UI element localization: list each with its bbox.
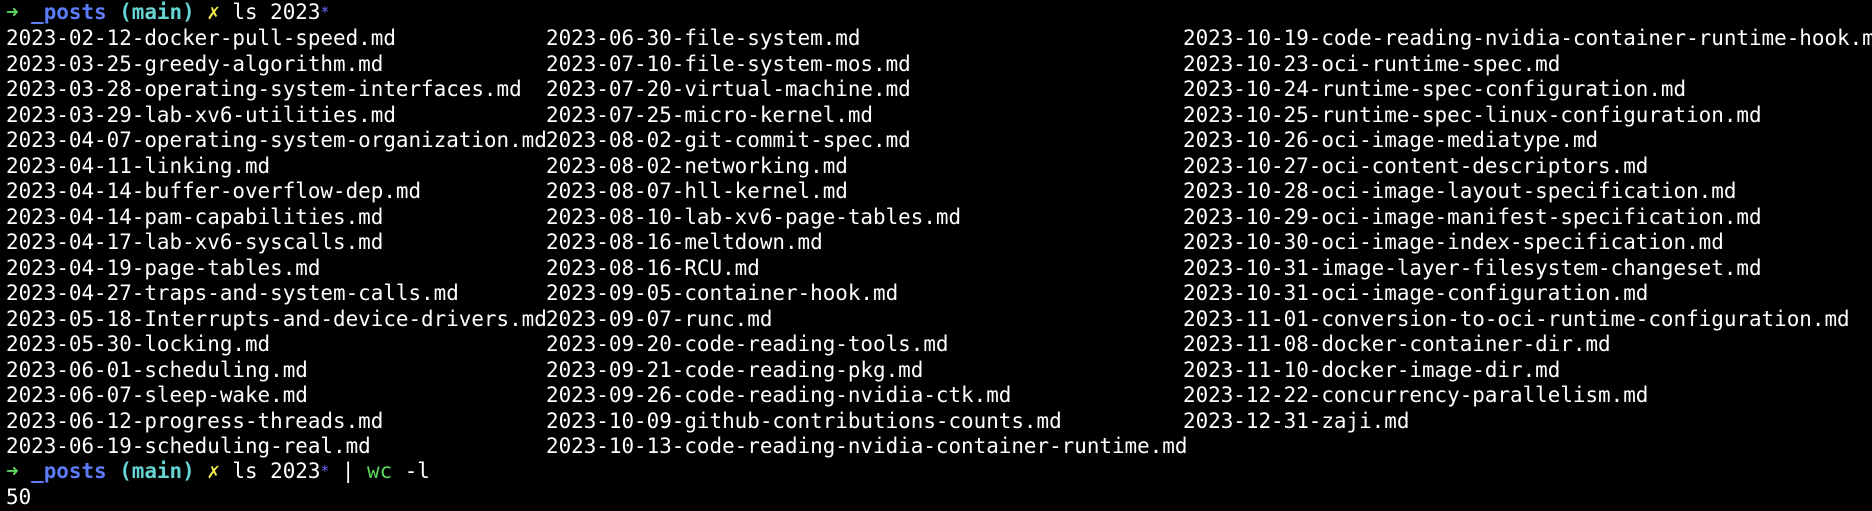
file-entry: 2023-09-07-runc.md [546, 306, 773, 331]
file-entry: 2023-10-31-oci-image-configuration.md [1183, 281, 1649, 305]
file-entry: 2023-03-28-operating-system-interfaces.m… [6, 77, 522, 101]
file-entry: 2023-08-07-hll-kernel.md [546, 179, 848, 203]
file-entry: 2023-10-28-oci-image-layout-specificatio… [1183, 179, 1737, 203]
file-entry: 2023-12-22-concurrency-parallelism.md [1183, 383, 1649, 407]
file-entry: 2023-09-20-code-reading-tools.md [546, 332, 949, 356]
file-entry: 2023-08-16-meltdown.md [546, 230, 823, 254]
file-entry: 2023-03-29-lab-xv6-utilities.md [6, 102, 396, 127]
file-entry: 2023-10-29-oci-image-manifest-specificat… [1183, 204, 1762, 229]
file-entry: 2023-07-25-micro-kernel.md [546, 102, 874, 127]
file-entry: 2023-06-12-progress-threads.md [6, 408, 384, 433]
command-ls: ls [232, 0, 258, 24]
prompt-line-1: ➜ _posts (main) ✗ ls 2023* [6, 0, 329, 26]
file-entry: 2023-05-18-Interrupts-and-device-drivers… [6, 306, 547, 331]
file-entry: 2023-04-27-traps-and-system-calls.md [6, 281, 459, 305]
file-entry: 2023-10-23-oci-runtime-spec.md [1183, 51, 1561, 76]
file-entry: 2023-07-10-file-system-mos.md [546, 51, 911, 76]
file-entry: 2023-08-02-networking.md [546, 153, 848, 178]
file-entry: 2023-09-26-code-reading-nvidia-ctk.md [546, 383, 1012, 407]
terminal-window[interactable]: ➜ _posts (main) ✗ ls 2023* 2023-02-12-do… [0, 0, 1872, 511]
file-entry: 2023-04-19-page-tables.md [6, 255, 321, 280]
command-flag: -l [404, 459, 430, 483]
file-entry: 2023-10-25-runtime-spec-linux-configurat… [1183, 102, 1762, 127]
file-entry: 2023-11-08-docker-container-dir.md [1183, 332, 1611, 356]
command-arg: 2023 [270, 0, 321, 24]
file-entry: 2023-07-20-virtual-machine.md [546, 77, 911, 101]
file-entry: 2023-10-31-image-layer-filesystem-change… [1183, 255, 1762, 280]
prompt-arrow-icon: ➜ [6, 0, 19, 24]
prompt-dirty-icon: ✗ [207, 459, 220, 483]
file-entry: 2023-10-30-oci-image-index-specification… [1183, 230, 1724, 254]
file-entry: 2023-04-11-linking.md [6, 153, 271, 178]
command-output: 50 [6, 485, 32, 509]
file-entry: 2023-10-13-code-reading-nvidia-container… [546, 434, 1188, 458]
file-entry: 2023-06-30-file-system.md [546, 26, 861, 50]
file-entry: 2023-12-31-zaji.md [1183, 408, 1410, 433]
prompt-directory: _posts [31, 0, 107, 24]
file-entry: 2023-08-16-RCU.md [546, 255, 760, 280]
file-entry: 2023-04-07-operating-system-organization… [6, 128, 547, 152]
prompt-directory: _posts [31, 459, 107, 483]
file-entry: 2023-09-05-container-hook.md [546, 281, 899, 305]
file-entry: 2023-10-19-code-reading-nvidia-container… [1183, 26, 1872, 50]
listing-column-2: 2023-06-30-file-system.md 2023-07-10-file… [546, 26, 1187, 460]
file-entry: 2023-04-14-buffer-overflow-dep.md [6, 179, 422, 203]
file-entry: 2023-11-10-docker-image-dir.md [1183, 357, 1561, 382]
prompt-line-2: ➜ _posts (main) ✗ ls 2023* | wc -l [6, 459, 430, 485]
command-glob: * [320, 4, 330, 21]
prompt-dirty-icon: ✗ [207, 0, 220, 24]
listing-column-1: 2023-02-12-docker-pull-speed.md 2023-03-2… [6, 26, 547, 460]
file-entry: 2023-10-09-github-contributions-counts.m… [546, 408, 1062, 433]
file-listing: 2023-02-12-docker-pull-speed.md 2023-03-2… [0, 26, 1872, 460]
file-entry: 2023-10-27-oci-content-descriptors.md [1183, 153, 1649, 178]
prompt-git-branch: (main) [119, 459, 195, 483]
file-entry: 2023-06-19-scheduling-real.md [6, 434, 371, 458]
file-entry: 2023-05-30-locking.md [6, 332, 271, 356]
prompt-git-branch: (main) [119, 0, 195, 24]
command-arg: 2023 [270, 459, 321, 483]
file-entry: 2023-02-12-docker-pull-speed.md [6, 26, 396, 50]
file-entry: 2023-09-21-code-reading-pkg.md [546, 357, 924, 382]
file-entry: 2023-10-26-oci-image-mediatype.md [1183, 128, 1599, 152]
file-entry: 2023-10-24-runtime-spec-configuration.md [1183, 77, 1687, 101]
file-entry: 2023-06-01-scheduling.md [6, 357, 308, 382]
file-entry: 2023-04-14-pam-capabilities.md [6, 204, 384, 229]
command-wc: wc [367, 459, 393, 483]
file-entry: 2023-06-07-sleep-wake.md [6, 383, 308, 407]
file-entry: 2023-08-02-git-commit-spec.md [546, 128, 911, 152]
command-pipe: | [341, 459, 355, 483]
command-ls: ls [232, 459, 258, 483]
file-entry: 2023-03-25-greedy-algorithm.md [6, 51, 384, 76]
prompt-arrow-icon: ➜ [6, 459, 19, 483]
listing-column-3: 2023-10-19-code-reading-nvidia-container… [1183, 26, 1872, 434]
file-entry: 2023-08-10-lab-xv6-page-tables.md [546, 204, 962, 229]
file-entry: 2023-11-01-conversion-to-oci-runtime-con… [1183, 306, 1850, 331]
command-glob: * [320, 463, 330, 480]
file-entry: 2023-04-17-lab-xv6-syscalls.md [6, 230, 384, 254]
